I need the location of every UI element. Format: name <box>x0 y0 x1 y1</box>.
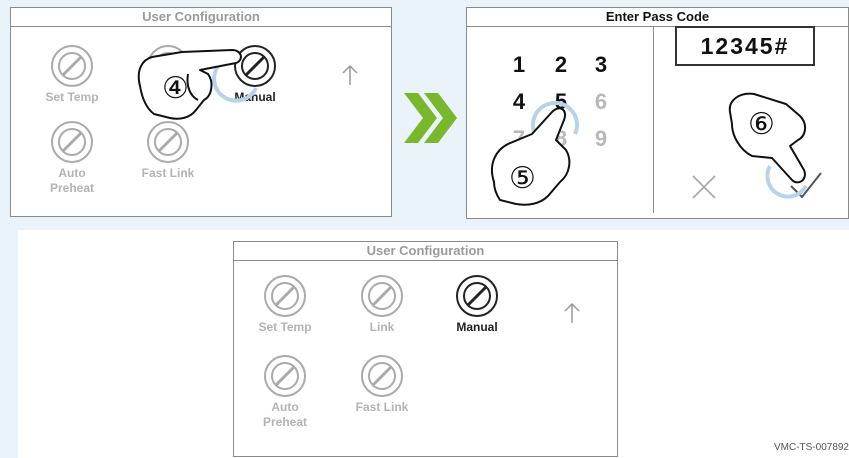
step-number-4: ④ <box>162 71 189 106</box>
double-chevron-right-icon <box>404 93 457 143</box>
step-number-6: ⑥ <box>748 107 775 142</box>
annotation-layer: ④ ⑤ ⑥ <box>137 49 808 206</box>
hand-pointer-icon <box>137 49 242 120</box>
step-number-5: ⑤ <box>509 161 536 196</box>
footer-code: VMC-TS-007892 <box>773 442 849 453</box>
